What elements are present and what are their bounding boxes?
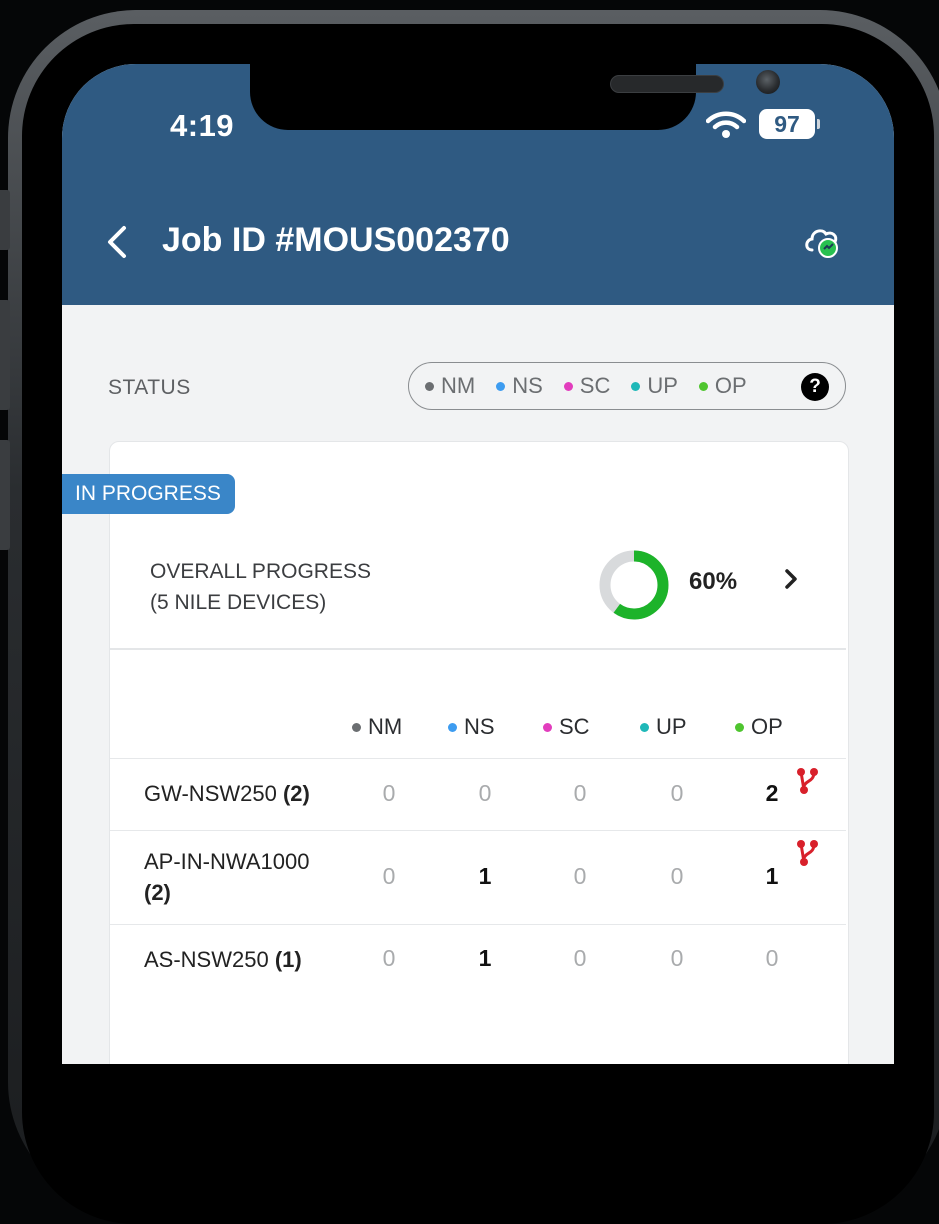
column-header-op: OP	[735, 714, 783, 740]
legend-item-sc: SC	[563, 373, 611, 399]
device-name: GW-NSW250 (2)	[144, 778, 310, 809]
legend-dot	[425, 381, 434, 391]
overall-progress-label: OVERALL PROGRESS (5 NILE DEVICES)	[150, 556, 371, 618]
column-label: SC	[559, 714, 590, 739]
overall-progress-title: OVERALL PROGRESS	[150, 560, 371, 583]
legend-label: SC	[579, 373, 611, 398]
cell-sc: 0	[573, 863, 587, 889]
column-label: NM	[368, 714, 403, 739]
notch	[250, 64, 780, 130]
legend-item-nm: NM	[425, 373, 475, 399]
progress-percent: 60%	[689, 568, 738, 595]
cell-sc: 0	[573, 780, 587, 806]
row-divider	[110, 924, 846, 925]
card-divider	[110, 648, 846, 650]
legend-dot	[631, 381, 641, 391]
legend-label: UP	[647, 373, 678, 398]
cell-up: 0	[670, 945, 684, 971]
cell-op: 1	[765, 863, 779, 889]
battery-icon: 97	[759, 109, 815, 139]
column-dot	[543, 722, 552, 732]
help-icon[interactable]: ?	[801, 373, 829, 401]
legend-item-ns: NS	[496, 373, 543, 399]
column-header-ns: NS	[448, 714, 495, 740]
cell-nm: 0	[382, 863, 396, 889]
cell-op: 2	[765, 780, 779, 806]
device-model: AP-IN-NWA1000	[144, 849, 310, 874]
column-dot	[735, 722, 744, 732]
page-title: Job ID #MOUS002370	[162, 221, 510, 259]
cell-nm: 0	[382, 945, 396, 971]
cell-nm: 0	[382, 780, 396, 806]
column-label: OP	[751, 714, 783, 739]
status-badge: IN PROGRESS	[62, 474, 235, 514]
device-count-label: (5 NILE DEVICES)	[150, 591, 327, 614]
cell-up: 0	[670, 863, 684, 889]
row-divider	[110, 830, 846, 831]
cell-op: 0	[765, 945, 779, 971]
branch-icon[interactable]	[795, 766, 819, 796]
device-count: (2)	[144, 880, 171, 905]
device-name: AP-IN-NWA1000 (2)	[144, 846, 309, 908]
wifi-icon	[706, 111, 746, 138]
progress-details-icon	[785, 569, 797, 589]
column-dot	[640, 722, 649, 732]
back-chevron-icon[interactable]	[102, 224, 138, 260]
column-header-nm: NM	[352, 714, 402, 740]
cell-sc: 0	[573, 945, 587, 971]
chevron-right-icon[interactable]	[782, 566, 800, 599]
device-count: (2)	[282, 781, 310, 806]
cell-up: 0	[670, 780, 684, 806]
branch-icon[interactable]	[795, 838, 819, 868]
legend-item-up: UP	[631, 373, 678, 399]
status-label: STATUS	[108, 376, 191, 399]
battery-tip	[817, 119, 820, 129]
chevron-left-icon	[108, 226, 126, 258]
legend-label: NM	[441, 373, 476, 398]
front-camera	[756, 70, 780, 94]
cloud-sync-icon[interactable]	[802, 222, 844, 260]
progress-donut	[599, 550, 669, 620]
volume-down-button	[0, 440, 10, 550]
row-divider	[110, 758, 846, 759]
column-header-sc: SC	[543, 714, 590, 740]
legend-dot	[496, 381, 506, 391]
volume-up-button	[0, 300, 10, 410]
column-label: NS	[464, 714, 495, 739]
status-time: 4:19	[170, 108, 235, 143]
speaker-grille	[610, 75, 724, 93]
column-label: UP	[656, 714, 687, 739]
legend-label: OP	[714, 373, 747, 398]
column-dot	[448, 722, 457, 732]
app-screen: 4:19 97 Job ID #MOUS002370 STATUS NM NS SC…	[62, 64, 894, 1064]
column-dot	[352, 722, 361, 732]
legend-dot	[563, 381, 573, 391]
device-model: AS-NSW250	[144, 947, 275, 972]
legend-label: NS	[512, 373, 543, 398]
column-header-up: UP	[640, 714, 687, 740]
cell-ns: 1	[478, 863, 492, 889]
device-name: AS-NSW250 (1)	[144, 944, 302, 975]
legend-item-op: OP	[698, 373, 747, 399]
mute-switch	[0, 190, 10, 250]
device-count: (1)	[274, 947, 302, 972]
cell-ns: 1	[478, 945, 492, 971]
device-model: GW-NSW250	[144, 781, 283, 806]
legend-dot	[698, 381, 708, 391]
cell-ns: 0	[478, 780, 492, 806]
status-legend[interactable]: NM NS SC UP OP?	[408, 362, 846, 410]
